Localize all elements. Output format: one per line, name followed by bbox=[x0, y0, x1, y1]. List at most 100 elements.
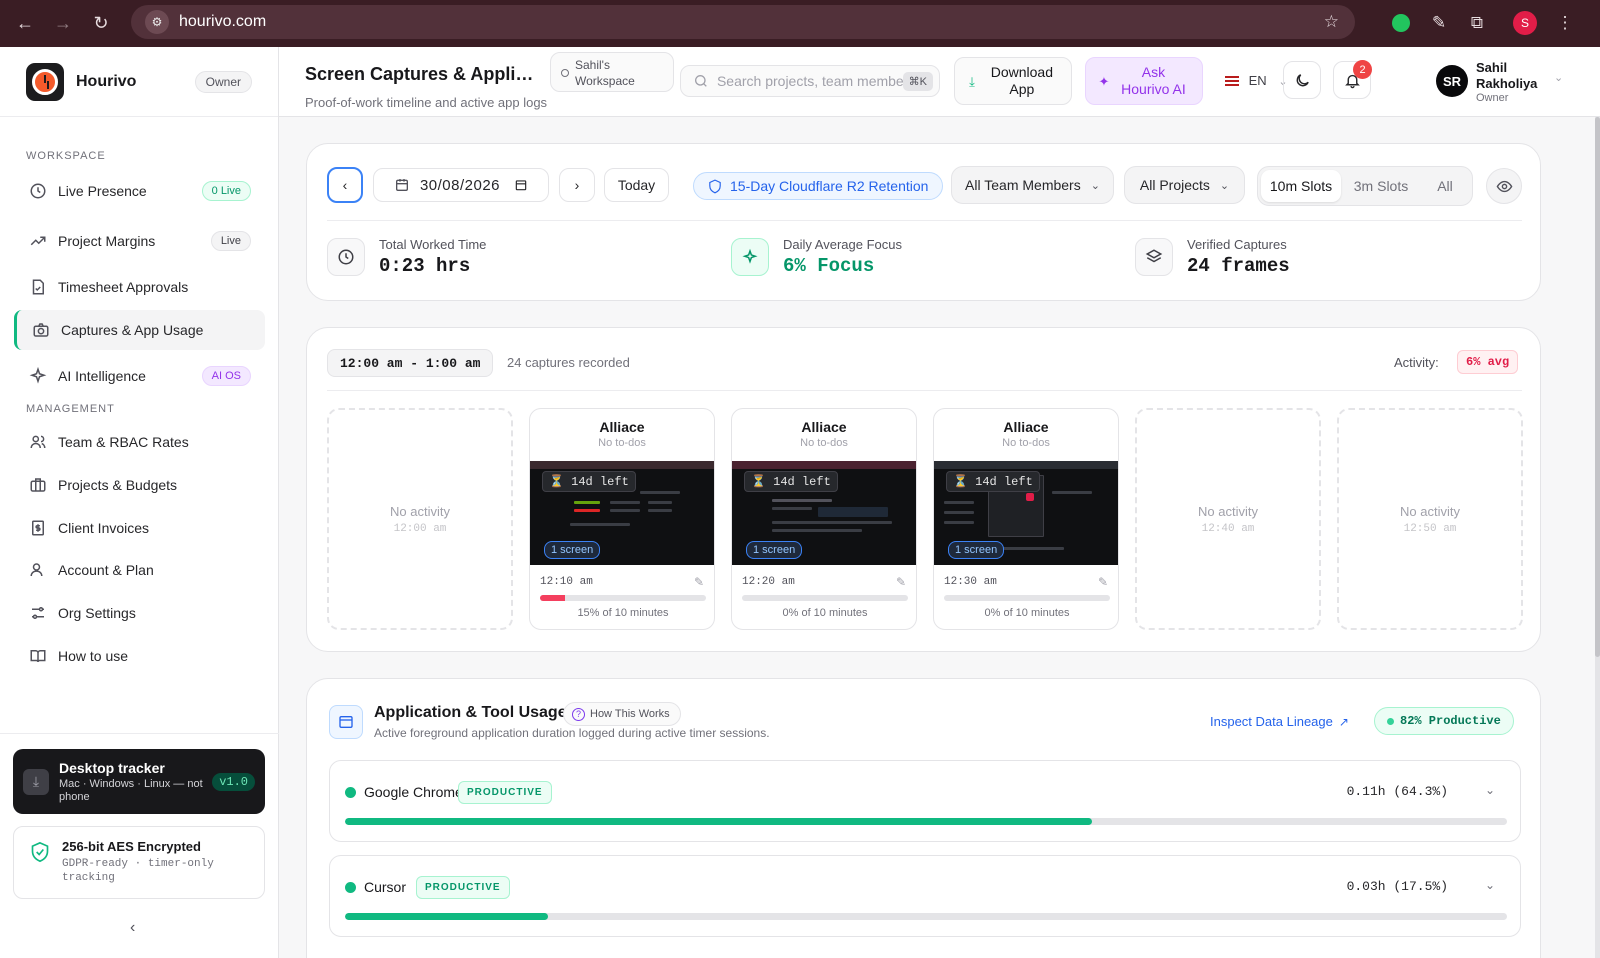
collapse-sidebar-icon[interactable]: ‹ bbox=[130, 919, 135, 937]
sidebar-item-label: Timesheet Approvals bbox=[58, 279, 189, 295]
browser-menu-icon[interactable]: ⋮ bbox=[1550, 8, 1580, 38]
forward-icon[interactable]: → bbox=[48, 8, 78, 38]
team-member-filter[interactable]: All Team Members ⌄ bbox=[951, 166, 1114, 204]
workspace-icon bbox=[561, 69, 569, 77]
next-day-button[interactable]: › bbox=[559, 168, 595, 202]
sidebar-item-ai-intelligence[interactable]: AI Intelligence AI OS bbox=[14, 356, 265, 396]
search-input[interactable]: Search projects, team membe ⌘K bbox=[680, 65, 940, 97]
site-settings-icon[interactable]: ⚙ bbox=[145, 10, 169, 34]
screen-count-badge: 1 screen bbox=[544, 541, 601, 559]
sidebar-item-team[interactable]: Team & RBAC Rates bbox=[14, 422, 265, 462]
sidebar-item-org-settings[interactable]: Org Settings bbox=[14, 593, 265, 633]
stat-focus: Daily Average Focus 6% Focus bbox=[731, 237, 902, 277]
briefcase-icon bbox=[28, 475, 48, 495]
sparkle-icon bbox=[731, 238, 769, 276]
timeline-slot-capture[interactable]: Alliace No to-dos ⏳ 14d left 1 screen 12… bbox=[933, 408, 1119, 630]
shield-icon bbox=[709, 179, 721, 193]
sidebar-item-live-presence[interactable]: Live Presence 0 Live bbox=[14, 171, 265, 211]
previous-day-button[interactable]: ‹ bbox=[327, 167, 363, 203]
profile-avatar[interactable]: S bbox=[1510, 8, 1540, 38]
timeline-slot-empty: No activity 12:50 am bbox=[1337, 408, 1523, 630]
extensions-puzzle-icon[interactable]: ⧉ bbox=[1462, 8, 1492, 38]
sidebar-item-captures[interactable]: Captures & App Usage bbox=[14, 310, 265, 350]
chevron-down-icon[interactable]: ⌄ bbox=[1485, 878, 1495, 892]
chevron-down-icon[interactable]: ⌄ bbox=[1485, 783, 1495, 797]
back-icon[interactable]: ← bbox=[10, 8, 40, 38]
reload-icon[interactable]: ↻ bbox=[86, 8, 116, 38]
desktop-tracker-card[interactable]: ⤓ Desktop tracker Mac · Windows · Linux … bbox=[13, 749, 265, 814]
slot-project: Alliace bbox=[599, 419, 645, 435]
date-value: 30/08/2026 bbox=[419, 176, 501, 194]
sidebar-item-project-margins[interactable]: Project Margins Live bbox=[14, 221, 265, 261]
usage-subtitle: Active foreground application duration l… bbox=[374, 726, 770, 740]
date-picker[interactable]: 30/08/2026 bbox=[373, 168, 549, 202]
filters-card: ‹ 30/08/2026 › Today 15-Day Cloudflare R… bbox=[306, 143, 1541, 301]
download-app-button[interactable]: ⤓ Download App bbox=[954, 57, 1072, 105]
screenshot-thumbnail[interactable]: ⏳ 14d left 1 screen bbox=[934, 461, 1118, 565]
sidebar-item-projects[interactable]: Projects & Budgets bbox=[14, 465, 265, 505]
eyedropper-icon[interactable]: ✎ bbox=[1424, 8, 1454, 38]
workspace-selector[interactable]: Sahil's Workspace bbox=[550, 52, 674, 92]
user-role: Owner bbox=[1476, 92, 1509, 104]
edit-pencil-icon[interactable]: ✎ bbox=[694, 575, 704, 589]
activity-label: Activity: bbox=[1394, 355, 1439, 370]
filters-divider bbox=[327, 220, 1522, 221]
how-this-works-button[interactable]: ? How This Works bbox=[563, 702, 681, 726]
ask-ai-button[interactable]: ✦ Ask Hourivo AI bbox=[1085, 57, 1203, 105]
external-link-icon: ↗ bbox=[1338, 714, 1349, 729]
sidebar-item-account[interactable]: Account & Plan bbox=[14, 550, 265, 590]
extension-grammar-icon[interactable] bbox=[1386, 8, 1416, 38]
slot-option-10m[interactable]: 10m Slots bbox=[1261, 170, 1341, 202]
sidebar-item-how-to-use[interactable]: How to use bbox=[14, 636, 265, 676]
user-name[interactable]: Sahil Rakholiya bbox=[1476, 60, 1556, 92]
screenshot-thumbnail[interactable]: ⏳ 14d left 1 screen bbox=[732, 461, 916, 565]
calendar-picker-icon[interactable] bbox=[514, 178, 528, 192]
hourivo-logo-icon[interactable] bbox=[26, 62, 64, 101]
eye-icon bbox=[1496, 180, 1512, 192]
invoice-icon bbox=[28, 518, 48, 538]
timeline-card: 12:00 am - 1:00 am 24 captures recorded … bbox=[306, 327, 1541, 652]
activity-progress-bar bbox=[944, 595, 1110, 601]
project-filter[interactable]: All Projects ⌄ bbox=[1124, 166, 1245, 204]
language-selector[interactable]: EN ⌄ bbox=[1225, 73, 1288, 88]
inspect-data-lineage-link[interactable]: Inspect Data Lineage ↗ bbox=[1210, 714, 1349, 729]
app-name: Cursor bbox=[364, 879, 407, 895]
download-icon: ⤓ bbox=[23, 768, 49, 795]
activity-avg-badge: 6% avg bbox=[1457, 350, 1519, 374]
app-usage-row[interactable]: Cursor PRODUCTIVE 0.03h (17.5%) ⌄ bbox=[329, 855, 1521, 937]
retention-badge[interactable]: 15-Day Cloudflare R2 Retention bbox=[693, 172, 944, 200]
slot-project: Alliace bbox=[801, 419, 847, 435]
screenshot-thumbnail[interactable]: ⏳ 14d left 1 screen bbox=[530, 461, 714, 565]
timeline-slot-capture[interactable]: Alliace No to-dos ⏳ 14d left 1 screen 12… bbox=[529, 408, 715, 630]
app-usage-row[interactable]: Google Chrome PRODUCTIVE 0.11h (64.3%) ⌄ bbox=[329, 760, 1521, 842]
notifications-button[interactable]: 2 bbox=[1333, 60, 1372, 99]
time-range-badge: 12:00 am - 1:00 am bbox=[327, 349, 494, 377]
timeline-slot-capture[interactable]: Alliace No to-dos ⏳ 14d left 1 screen 12… bbox=[731, 408, 917, 630]
trend-icon bbox=[28, 231, 48, 251]
privacy-toggle-button[interactable] bbox=[1486, 168, 1522, 204]
sidebar-item-label: Live Presence bbox=[58, 183, 147, 199]
avatar[interactable]: SR bbox=[1436, 65, 1468, 97]
bookmark-star-icon[interactable]: ☆ bbox=[1324, 12, 1339, 32]
browser-toolbar: ← → ↻ ⚙ hourivo.com ☆ ✎ ⧉ S ⋮ bbox=[0, 0, 1600, 47]
user-menu-chevron-icon[interactable]: ⌄ bbox=[1554, 71, 1563, 84]
scrollbar-thumb[interactable] bbox=[1595, 117, 1600, 657]
sidebar: Hourivo Owner WORKSPACE Live Presence 0 … bbox=[0, 47, 279, 958]
slot-size-toggle[interactable]: 10m Slots 3m Slots All bbox=[1257, 166, 1473, 206]
slot-option-all[interactable]: All bbox=[1421, 170, 1469, 202]
sidebar-item-invoices[interactable]: Client Invoices bbox=[14, 508, 265, 548]
document-check-icon bbox=[28, 277, 48, 297]
activity-progress-bar bbox=[540, 595, 706, 601]
slot-option-3m[interactable]: 3m Slots bbox=[1341, 170, 1421, 202]
today-button[interactable]: Today bbox=[604, 168, 669, 202]
stat-total-worked: Total Worked Time 0:23 hrs bbox=[327, 237, 486, 277]
encryption-title: 256-bit AES Encrypted bbox=[62, 839, 201, 854]
theme-toggle-button[interactable] bbox=[1283, 61, 1321, 99]
edit-pencil-icon[interactable]: ✎ bbox=[1098, 575, 1108, 589]
address-bar[interactable]: ⚙ hourivo.com ☆ bbox=[131, 5, 1355, 39]
sidebar-item-label: AI Intelligence bbox=[58, 368, 146, 384]
live-badge: Live bbox=[210, 231, 251, 251]
edit-pencil-icon[interactable]: ✎ bbox=[896, 575, 906, 589]
chevron-down-icon: ⌄ bbox=[1219, 179, 1230, 192]
sidebar-item-timesheet-approvals[interactable]: Timesheet Approvals bbox=[14, 267, 265, 307]
